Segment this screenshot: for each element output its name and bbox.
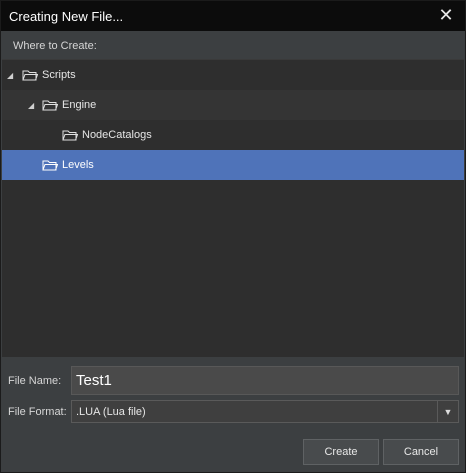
file-format-select[interactable]: .LUA (Lua file) ▼ (71, 400, 459, 423)
close-icon[interactable]: ✕ (435, 4, 457, 26)
tree-item-label: Engine (62, 99, 97, 111)
file-name-label: File Name: (8, 375, 62, 387)
file-format-value: .LUA (Lua file) (76, 405, 146, 418)
cancel-button[interactable]: Cancel (383, 439, 459, 465)
tree-item-scripts[interactable]: ◢ Scripts (2, 60, 464, 90)
tree-item-label: Levels (62, 159, 94, 171)
folder-open-icon (22, 70, 38, 81)
tree-item-label: NodeCatalogs (82, 129, 152, 141)
new-file-dialog: Creating New File... ✕ Where to Create: … (0, 0, 466, 473)
file-format-label: File Format: (8, 406, 67, 418)
folder-open-icon (42, 100, 58, 111)
tree-item-nodecatalogs[interactable]: NodeCatalogs (2, 120, 464, 150)
tree-item-label: Scripts (42, 69, 76, 81)
title-bar: Creating New File... ✕ (1, 1, 465, 31)
tree-item-engine[interactable]: ◢ Engine (2, 90, 464, 120)
create-button[interactable]: Create (303, 439, 379, 465)
folder-open-icon (42, 160, 58, 171)
chevron-down-icon[interactable]: ▼ (437, 401, 458, 422)
where-to-create-label: Where to Create: (13, 40, 97, 52)
expanded-arrow-icon[interactable]: ◢ (7, 71, 13, 80)
tree-item-levels[interactable]: Levels (2, 150, 464, 180)
dialog-title: Creating New File... (9, 9, 124, 24)
folder-open-icon (62, 130, 78, 141)
file-name-input[interactable] (71, 366, 459, 395)
folder-tree[interactable]: ◢ Scripts ◢ Engine NodeCatalogs Levels (2, 59, 464, 357)
expanded-arrow-icon[interactable]: ◢ (28, 101, 34, 110)
